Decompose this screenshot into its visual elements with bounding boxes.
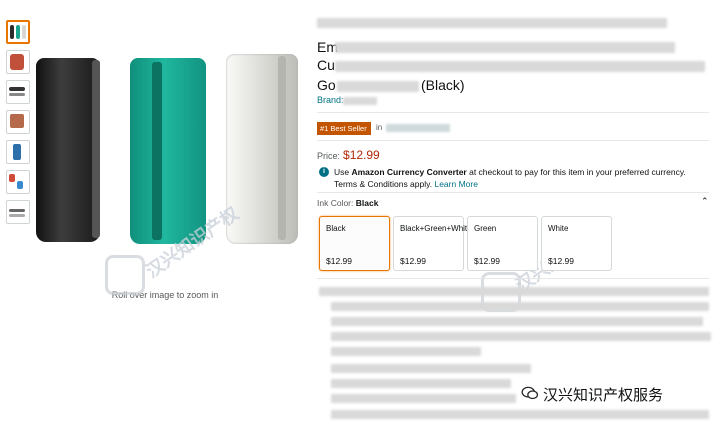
best-seller-in: in	[376, 123, 383, 132]
product-title-color: (Black)	[421, 77, 465, 93]
main-product-image[interactable]	[30, 50, 320, 250]
watermark-logo-left	[105, 255, 145, 295]
thumbnail-5[interactable]	[6, 140, 30, 164]
thumbnail-4[interactable]	[6, 110, 30, 134]
price-row: Price: $12.99	[317, 148, 380, 162]
chevron-up-icon[interactable]: ⌃	[701, 196, 709, 207]
thumbnail-7[interactable]	[6, 200, 30, 224]
thumbnail-2[interactable]	[6, 50, 30, 74]
product-title-line2: Cu	[317, 57, 335, 73]
price-label: Price:	[317, 151, 341, 161]
thumbnail-3[interactable]	[6, 80, 30, 104]
green-cutter	[130, 58, 206, 244]
color-option-green[interactable]: Green $12.99	[467, 216, 538, 271]
wechat-icon	[521, 386, 539, 400]
divider	[317, 192, 709, 193]
ink-color-label: Ink Color: Black	[317, 198, 379, 208]
product-title-line3-start: Go	[317, 77, 336, 93]
color-option-white[interactable]: White $12.99	[541, 216, 612, 271]
price-value: $12.99	[343, 148, 380, 162]
divider	[317, 112, 709, 113]
info-icon: i	[319, 167, 329, 177]
thumbnail-strip	[6, 20, 32, 230]
color-option-black[interactable]: Black $12.99	[319, 216, 390, 271]
ink-color-selected: Black	[355, 198, 379, 208]
thumbnail-6[interactable]	[6, 170, 30, 194]
divider	[317, 140, 709, 141]
thumbnail-1[interactable]	[6, 20, 30, 44]
divider	[317, 278, 709, 279]
product-details: Em Cu Go (Black) Brand: #1 Best Seller i…	[317, 0, 720, 428]
footer-watermark: 汉兴知识产权服务	[543, 386, 664, 404]
zoom-hint: Roll over image to zoom in	[111, 290, 219, 300]
color-option-black-green-white[interactable]: Black+Green+White $12.99	[393, 216, 472, 271]
best-seller-badge[interactable]: #1 Best Seller	[317, 122, 371, 135]
black-cutter	[36, 58, 100, 242]
brand-link[interactable]: Brand:	[317, 95, 344, 105]
learn-more-link[interactable]: Learn More	[434, 179, 477, 189]
